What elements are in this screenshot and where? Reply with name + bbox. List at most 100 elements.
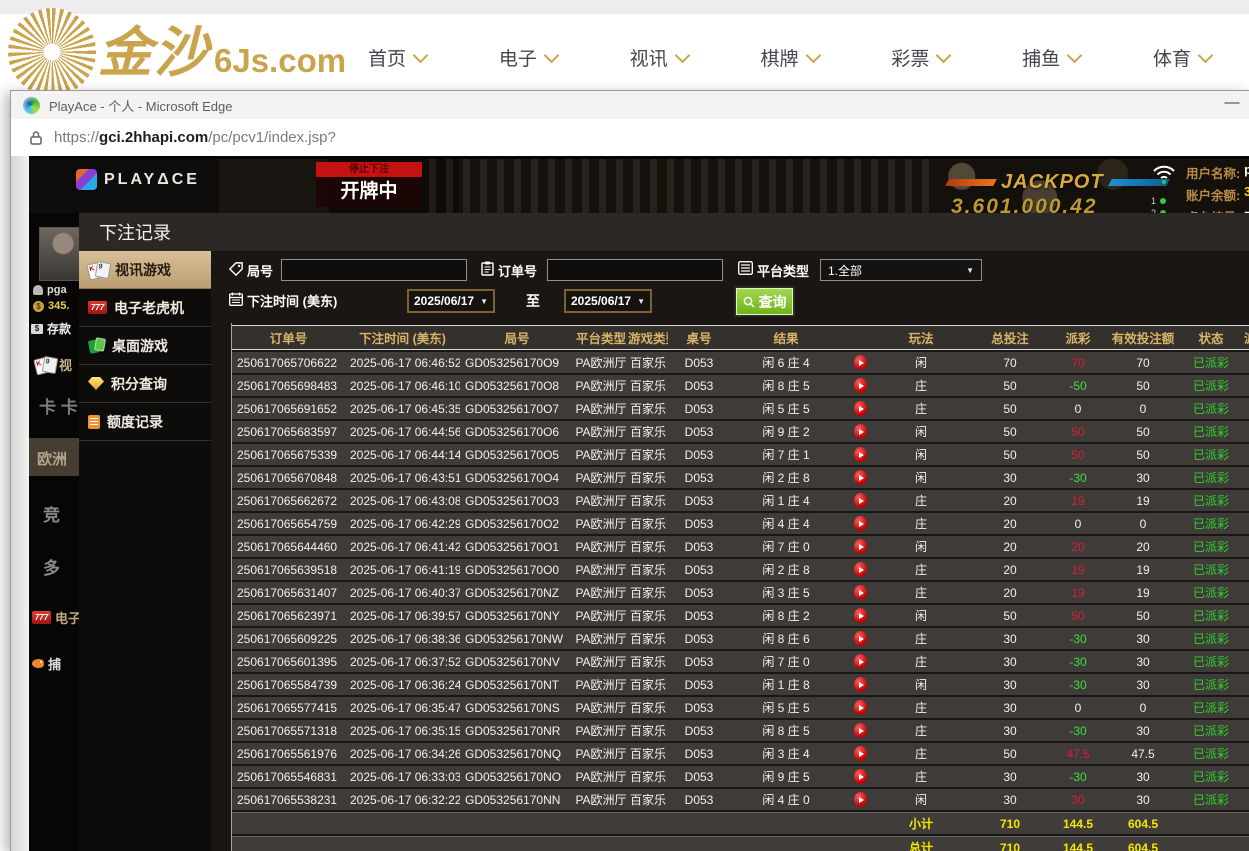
cell-round-id: GD053256170NY <box>460 605 574 626</box>
replay-icon[interactable] <box>854 493 867 508</box>
cell-total-bet: 20 <box>964 490 1056 511</box>
sidebar-item-积分查询[interactable]: 积分查询 <box>79 365 211 403</box>
cell-play-type: 闲 <box>878 536 964 557</box>
cell-play-type: 庄 <box>878 697 964 718</box>
cell-table-no: D053 <box>668 352 730 373</box>
subtotal-cell: 604.5 <box>1100 812 1186 834</box>
window-title: PlayAce - 个人 - Microsoft Edge <box>49 96 233 115</box>
cell-table-no: D053 <box>668 651 730 672</box>
date-from-picker[interactable]: 2025/06/17 ▼ <box>407 289 495 313</box>
cell-payout: 0 <box>1056 398 1100 419</box>
table-row: 2506170656314072025-06-17 06:40:37GD0532… <box>232 582 1249 603</box>
cell-total-bet: 30 <box>964 674 1056 695</box>
sidebar-item-label: 额度记录 <box>107 412 163 432</box>
replay-icon[interactable] <box>854 746 867 761</box>
replay-icon[interactable] <box>854 516 867 531</box>
cell-payout: -50 <box>1056 375 1100 396</box>
cell-result: 闲 3 庄 5 <box>730 582 842 603</box>
cell-status: 已派彩 <box>1186 444 1236 465</box>
replay-icon[interactable] <box>854 608 867 623</box>
order-input[interactable] <box>547 259 723 281</box>
cell-payout: 30 <box>1056 789 1100 810</box>
nav-item-棋牌[interactable]: 棋牌 <box>760 44 818 71</box>
cell-table-no: D053 <box>668 789 730 810</box>
sidebar-item-label: 视讯游戏 <box>115 260 171 280</box>
card-games-fragment[interactable]: 卡 卡 <box>39 393 78 418</box>
replay-icon[interactable] <box>854 631 867 646</box>
sidebar-item-额度记录[interactable]: 额度记录 <box>79 403 211 441</box>
cell-table-no: D053 <box>668 674 730 695</box>
replay-icon[interactable] <box>854 792 867 807</box>
sidebar-item-桌面游戏[interactable]: 桌面游戏 <box>79 327 211 365</box>
to-label: 至 <box>526 291 540 311</box>
platform-select[interactable]: 1.全部 ▼ <box>820 259 982 281</box>
cell-total-bet: 50 <box>964 605 1056 626</box>
fishing-fragment[interactable]: 捕 <box>32 654 61 673</box>
round-input[interactable] <box>281 259 467 281</box>
cell-valid-bet: 47.5 <box>1100 743 1186 764</box>
race-tab-fragment[interactable]: 竞 <box>43 501 60 526</box>
cell-result: 闲 8 庄 2 <box>730 605 842 626</box>
nav-item-体育[interactable]: 体育 <box>1153 44 1211 71</box>
subtotal-cell: 710 <box>964 812 1056 834</box>
replay-icon[interactable] <box>854 539 867 554</box>
multi-table-fragment[interactable]: 多 <box>43 554 60 579</box>
chevron-down-icon <box>544 48 560 64</box>
replay-icon[interactable] <box>854 378 867 393</box>
cell-replay <box>842 467 878 488</box>
cell-round-id: GD053256170NR <box>460 720 574 741</box>
nav-item-彩票[interactable]: 彩票 <box>891 44 949 71</box>
user-info-value: pg <box>1244 163 1249 182</box>
replay-icon[interactable] <box>854 562 867 577</box>
search-button[interactable]: 查询 <box>736 288 793 315</box>
betting-status-block: 停止下注 开牌中 <box>316 162 422 207</box>
nav-item-视讯[interactable]: 视讯 <box>630 44 688 71</box>
replay-icon[interactable] <box>854 470 867 485</box>
replay-icon[interactable] <box>854 769 867 784</box>
replay-icon[interactable] <box>854 585 867 600</box>
replay-icon[interactable] <box>854 654 867 669</box>
cell-pad <box>1236 674 1249 695</box>
video-backdrop <box>429 159 929 213</box>
deposit-button[interactable]: $ 存款 <box>31 320 71 337</box>
replay-icon[interactable] <box>854 700 867 715</box>
window-titlebar[interactable]: PlayAce - 个人 - Microsoft Edge — <box>11 91 1249 119</box>
nav-item-电子[interactable]: 电子 <box>499 44 557 71</box>
sidebar-item-视讯游戏[interactable]: K9视讯游戏 <box>79 251 211 289</box>
replay-icon[interactable] <box>854 677 867 692</box>
date-to-picker[interactable]: 2025/06/17 ▼ <box>564 289 652 313</box>
platform-list-icon <box>738 261 753 275</box>
nav-item-首页[interactable]: 首页 <box>368 44 426 71</box>
replay-icon[interactable] <box>854 723 867 738</box>
slots-fragment[interactable]: 777 电子 <box>32 608 81 627</box>
cell-table-no: D053 <box>668 421 730 442</box>
minimize-button[interactable]: — <box>1218 91 1246 119</box>
nav-item-捕鱼[interactable]: 捕鱼 <box>1022 44 1080 71</box>
subtotal-cell <box>1236 812 1249 834</box>
video-tab-fragment[interactable]: K9 视 <box>35 355 72 374</box>
cell-order-id: 250617065577415 <box>232 697 345 718</box>
replay-icon[interactable] <box>854 401 867 416</box>
site-logo[interactable]: 金沙 6Js.com <box>8 8 346 96</box>
replay-icon[interactable] <box>854 447 867 462</box>
url-bar[interactable]: https://gci.2hhapi.com/pc/pcv1/index.jsp… <box>11 119 1249 157</box>
replay-icon[interactable] <box>854 424 867 439</box>
sun-logo-icon <box>8 8 96 96</box>
cell-replay <box>842 398 878 419</box>
chevron-down-icon <box>1067 48 1083 64</box>
column-header: 派彩时间 <box>1236 325 1249 350</box>
balance-row: $ 345. <box>33 300 69 312</box>
cell-total-bet: 20 <box>964 582 1056 603</box>
cell-bet-time: 2025-06-17 06:44:56 <box>345 421 460 442</box>
cell-pad <box>1236 605 1249 626</box>
cell-result: 闲 2 庄 8 <box>730 559 842 580</box>
europe-hall-tab[interactable]: 欧洲 <box>29 438 79 476</box>
stop-betting-ribbon: 停止下注 <box>316 162 422 177</box>
replay-icon[interactable] <box>854 355 867 370</box>
cell-result: 闲 9 庄 5 <box>730 766 842 787</box>
cell-order-id: 250617065706622 <box>232 352 345 373</box>
cell-result: 闲 4 庄 0 <box>730 789 842 810</box>
cell-result: 闲 3 庄 4 <box>730 743 842 764</box>
cell-play-type: 庄 <box>878 720 964 741</box>
sidebar-item-电子老虎机[interactable]: 777电子老虎机 <box>79 289 211 327</box>
